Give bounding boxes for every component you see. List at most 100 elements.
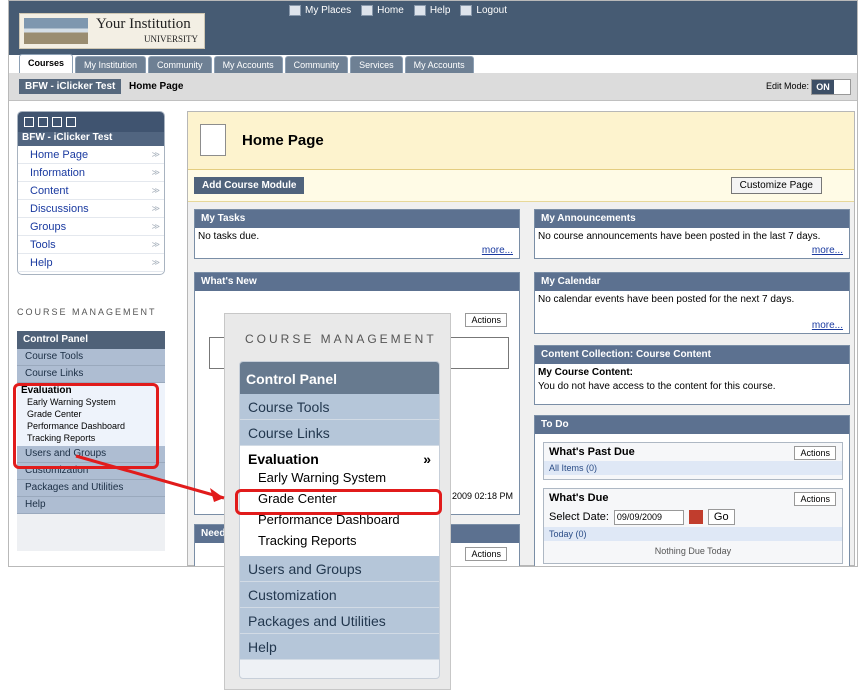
zoom-control-panel: Control Panel Course Tools Course Links …: [239, 361, 440, 679]
calendar-text: No calendar events have been posted for …: [538, 294, 795, 305]
course-menu: BFW - iClicker Test Home Page ≫ Informati…: [17, 111, 165, 275]
calendar-module: My Calendar No calendar events have been…: [534, 272, 850, 334]
help-link[interactable]: Help: [413, 5, 450, 16]
content-collection-title: Content Collection: Course Content: [535, 346, 849, 364]
zoom-control-panel-title[interactable]: Control Panel: [240, 362, 439, 394]
page-icon: [200, 124, 226, 156]
logout-icon: [460, 5, 473, 16]
nothing-due: Nothing Due Today: [654, 546, 732, 556]
tab-courses[interactable]: Courses: [19, 54, 74, 73]
needs-actions-button[interactable]: Actions: [465, 547, 507, 561]
add-course-module-button[interactable]: Add Course Module: [194, 177, 305, 194]
campus-image: [24, 18, 88, 44]
zoom-users-groups[interactable]: Users and Groups: [240, 556, 439, 582]
all-items-row[interactable]: All Items (0): [544, 461, 842, 475]
menu-item-home-page[interactable]: Home Page ≫: [18, 146, 164, 164]
zoom-help[interactable]: Help: [240, 634, 439, 660]
content-collection-text: You do not have access to the content fo…: [538, 381, 776, 392]
menu-item-discussions[interactable]: Discussions ≫: [18, 200, 164, 218]
zoom-evaluation-title[interactable]: Evaluation: [248, 451, 319, 467]
my-tasks-title: My Tasks: [195, 210, 519, 228]
list-view-icon[interactable]: [52, 117, 62, 127]
content-collection-module: Content Collection: Course Content My Co…: [534, 345, 850, 405]
institution-logo[interactable]: Your Institution UNIVERSITY: [19, 13, 205, 49]
home-link[interactable]: Home: [361, 5, 404, 16]
whats-due-box: What's Due Actions Select Date: Go Today…: [543, 488, 843, 564]
zoom-course-links[interactable]: Course Links: [240, 420, 439, 446]
zoom-course-tools[interactable]: Course Tools: [240, 394, 439, 420]
main-tabs: Courses My Institution Community My Acco…: [19, 54, 474, 73]
whats-due-actions[interactable]: Actions: [794, 492, 836, 506]
red-arrow: [75, 454, 225, 502]
top-links: My Places Home Help Logout: [289, 5, 507, 16]
course-menu-title: BFW - iClicker Test: [18, 132, 164, 146]
tab-community[interactable]: Community: [148, 56, 212, 73]
today-row[interactable]: Today (0): [544, 527, 842, 541]
customize-page-button[interactable]: Customize Page: [730, 177, 822, 194]
date-input[interactable]: [613, 509, 684, 525]
zoom-tracking-reports[interactable]: Tracking Reports: [248, 530, 431, 551]
announcements-module: My Announcements No course announcements…: [534, 209, 850, 259]
logout-link[interactable]: Logout: [460, 5, 507, 16]
whats-new-time: 2009 02:18 PM: [451, 491, 513, 501]
breadcrumb-course[interactable]: BFW - iClicker Test: [19, 79, 122, 94]
my-tasks-module: My Tasks No tasks due. more...: [194, 209, 520, 259]
edit-mode-label: Edit Mode:: [765, 81, 809, 91]
control-panel-title[interactable]: Control Panel: [17, 331, 165, 349]
course-tools-item[interactable]: Course Tools: [17, 349, 165, 366]
refresh-icon[interactable]: [66, 117, 76, 127]
course-management-title: COURSE MANAGEMENT: [17, 307, 157, 317]
zoomed-course-management: COURSE MANAGEMENT Control Panel Course T…: [224, 313, 451, 690]
help-icon: [413, 5, 426, 16]
institution-subtitle: UNIVERSITY: [144, 34, 198, 44]
my-tasks-more-link[interactable]: more...: [482, 245, 513, 256]
grade-center-highlight: [235, 489, 442, 515]
whats-new-actions-button[interactable]: Actions: [465, 313, 507, 327]
home-icon: [361, 5, 374, 16]
todo-module: To Do What's Past Due Actions All Items …: [534, 415, 850, 566]
announcements-text: No course announcements have been posted…: [538, 231, 821, 242]
select-date-label: Select Date:: [549, 511, 609, 523]
go-button[interactable]: Go: [707, 509, 735, 525]
todo-title: To Do: [535, 416, 849, 434]
my-places-link[interactable]: My Places: [289, 5, 351, 16]
tab-community-2[interactable]: Community: [284, 56, 349, 73]
calendar-more-link[interactable]: more...: [812, 320, 843, 331]
zoom-course-management-title: COURSE MANAGEMENT: [245, 332, 437, 346]
menu-item-help[interactable]: Help ≫: [18, 254, 164, 272]
tab-my-accounts[interactable]: My Accounts: [213, 56, 283, 73]
menu-item-tools[interactable]: Tools ≫: [18, 236, 164, 254]
tab-services[interactable]: Services: [350, 56, 403, 73]
institution-banner: Your Institution UNIVERSITY My Places Ho…: [9, 1, 857, 73]
add-menu-item-icon[interactable]: [24, 117, 34, 127]
my-places-icon: [289, 5, 301, 16]
content-toolbar: Add Course Module Customize Page: [188, 170, 854, 202]
tab-my-accounts-2[interactable]: My Accounts: [404, 56, 474, 73]
whats-new-title: What's New: [195, 273, 519, 291]
zoom-early-warning[interactable]: Early Warning System: [248, 467, 431, 488]
menu-item-content[interactable]: Content ≫: [18, 182, 164, 200]
page-header: Home Page: [188, 112, 854, 170]
content-collection-label: My Course Content:: [538, 367, 633, 378]
announcements-title: My Announcements: [535, 210, 849, 228]
course-links-item[interactable]: Course Links: [17, 366, 165, 383]
institution-title: Your Institution: [96, 16, 191, 32]
zoom-chevron-icon: »: [423, 451, 431, 467]
edit-mode-toggle[interactable]: ON: [811, 79, 851, 95]
breadcrumb-page: Home Page: [129, 81, 184, 92]
page-title: Home Page: [242, 132, 324, 149]
menu-item-information[interactable]: Information ≫: [18, 164, 164, 182]
tab-my-institution[interactable]: My Institution: [75, 56, 147, 73]
zoom-customization[interactable]: Customization: [240, 582, 439, 608]
announcements-more-link[interactable]: more...: [812, 245, 843, 256]
menu-item-groups[interactable]: Groups ≫: [18, 218, 164, 236]
past-due-box: What's Past Due Actions All Items (0): [543, 442, 843, 480]
folder-view-icon[interactable]: [38, 117, 48, 127]
past-due-actions[interactable]: Actions: [794, 446, 836, 460]
calendar-title: My Calendar: [535, 273, 849, 291]
course-menu-toolbar: [18, 112, 164, 132]
my-tasks-text: No tasks due.: [198, 231, 260, 242]
breadcrumb-bar: BFW - iClicker Test Home Page Edit Mode:…: [9, 73, 857, 101]
calendar-picker-icon[interactable]: [688, 510, 703, 524]
zoom-packages-utilities[interactable]: Packages and Utilities: [240, 608, 439, 634]
